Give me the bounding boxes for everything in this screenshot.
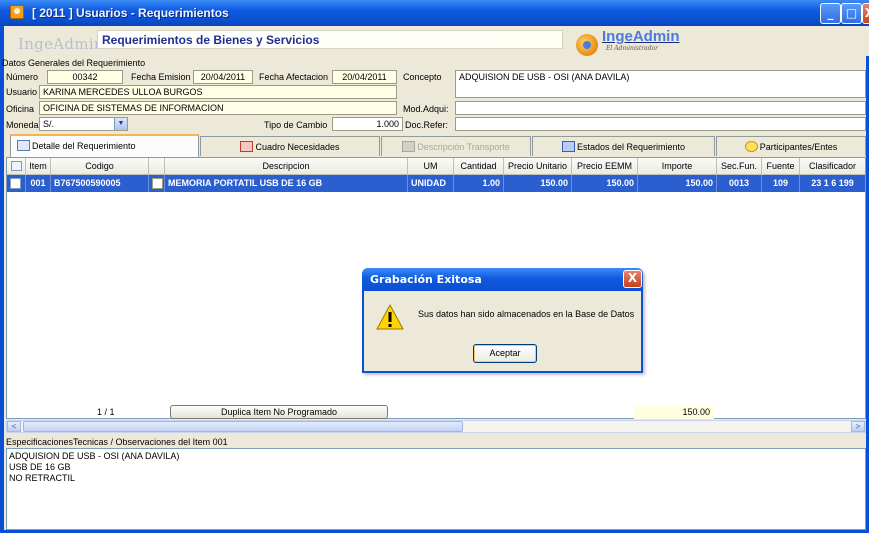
tab-estados[interactable]: Estados del Requerimiento: [532, 136, 715, 156]
total-importe: 150.00: [634, 405, 714, 419]
col-descripcion[interactable]: Descripcion: [165, 158, 408, 175]
title-bar[interactable]: [ 2011 ] Usuarios - Requerimientos _ □ X: [0, 0, 869, 26]
header-band: IngeAdmin Requerimientos de Bienes y Ser…: [4, 26, 869, 56]
window-title: [ 2011 ] Usuarios - Requerimientos: [32, 6, 229, 20]
cell-clasificador: 23 1 6 199: [811, 178, 854, 188]
scroll-left-icon[interactable]: <: [7, 421, 21, 432]
minimize-button[interactable]: _: [820, 3, 841, 24]
mod-adqui-label: Mod.Adqui:: [403, 104, 449, 114]
fecha-afectacion-field[interactable]: 20/04/2011: [332, 70, 397, 84]
cell-importe: 150.00: [638, 175, 717, 192]
concepto-field[interactable]: ADQUISION DE USB - OSI (ANA DAVILA): [455, 70, 866, 98]
scroll-thumb[interactable]: [23, 421, 463, 432]
col-cantidad[interactable]: Cantidad: [454, 158, 504, 175]
specs-textarea[interactable]: ADQUISION DE USB - OSI (ANA DAVILA) USB …: [6, 448, 866, 530]
moneda-label: Moneda: [6, 120, 39, 130]
specs-line: USB DE 16 GB: [9, 462, 71, 472]
usuario-field[interactable]: KARINA MERCEDES ULLOA BURGOS: [39, 85, 397, 99]
fecha-emision-label: Fecha Emision: [131, 72, 191, 82]
col-importe[interactable]: Importe: [638, 158, 717, 175]
row-checkbox[interactable]: [10, 178, 21, 189]
numero-label: Número: [6, 72, 39, 82]
brand-logo-left: IngeAdmin: [18, 35, 104, 53]
cell-fuente: 109: [762, 175, 800, 192]
close-button[interactable]: X: [862, 3, 869, 24]
doc-refer-label: Doc.Refer:: [405, 120, 449, 130]
cell-codigo: B767500590005: [51, 175, 149, 192]
row-select-cell[interactable]: [7, 175, 26, 192]
accept-button[interactable]: Aceptar: [473, 344, 537, 363]
list-icon: [561, 141, 575, 152]
cell-item: 001: [26, 175, 51, 192]
tab-descripcion-transporte: Descripción Transporte: [381, 136, 531, 156]
oficina-label: Oficina: [6, 104, 35, 114]
dialog-message: Sus datos han sido almacenados en la Bas…: [418, 309, 635, 319]
col-precio-unitario[interactable]: Precio Unitario: [504, 158, 572, 175]
doc-refer-field[interactable]: [455, 117, 866, 131]
chevron-down-icon[interactable]: ▼: [114, 118, 127, 130]
warning-icon: [376, 304, 404, 330]
cell-precio-unitario: 150.00: [504, 175, 572, 192]
dialog-title[interactable]: Grabación Exitosa: [362, 268, 643, 291]
brand-logo-right: IngeAdmin El Administrador: [574, 28, 694, 56]
tipo-cambio-label: Tipo de Cambio: [264, 120, 328, 130]
col-item[interactable]: Item: [26, 158, 51, 175]
cell-descripcion: MEMORIA PORTATIL USB DE 16 GB: [165, 175, 408, 192]
brand-tagline: El Administrador: [606, 45, 659, 52]
cell-blank[interactable]: [149, 175, 165, 192]
col-fuente[interactable]: Fuente: [762, 158, 800, 175]
oficina-field[interactable]: OFICINA DE SISTEMAS DE INFORMACION: [39, 101, 397, 115]
tab-strip: Detalle del Requerimiento Cuadro Necesid…: [4, 134, 866, 157]
smiley-icon: [744, 141, 758, 152]
table-row[interactable]: 001 B767500590005 MEMORIA PORTATIL USB D…: [7, 175, 865, 192]
success-dialog: Grabación Exitosa X Sus datos han sido a…: [362, 268, 643, 373]
app-icon: [10, 5, 24, 19]
col-sec-fun[interactable]: Sec.Fun.: [717, 158, 762, 175]
mod-adqui-field[interactable]: [455, 101, 866, 115]
moneda-select[interactable]: S/. ▼: [39, 117, 128, 131]
tab-detalle[interactable]: Detalle del Requerimiento: [10, 134, 199, 157]
usuario-label: Usuario: [6, 87, 38, 97]
pager-text: 1 / 1: [97, 407, 115, 417]
cell-precio-eemm: 150.00: [572, 175, 638, 192]
general-section-title: Datos Generales del Requerimiento: [2, 58, 146, 68]
fecha-emision-field[interactable]: 20/04/2011: [193, 70, 253, 84]
doc-icon: [402, 141, 416, 152]
col-codigo[interactable]: Codigo: [51, 158, 149, 175]
tab-participantes[interactable]: Participantes/Entes: [716, 136, 866, 156]
fecha-afectacion-label: Fecha Afectacion: [259, 72, 329, 82]
dialog-close-button[interactable]: X: [623, 270, 642, 288]
horizontal-scrollbar[interactable]: < >: [6, 420, 866, 433]
brand-logo-text: IngeAdmin: [602, 28, 680, 45]
grid-header: Item Codigo Descripcion UM Cantidad Prec…: [7, 158, 865, 175]
col-clasificador[interactable]: Clasificador: [800, 158, 865, 175]
chart-icon: [240, 141, 254, 152]
tipo-cambio-field[interactable]: 1.000: [332, 117, 403, 131]
col-um[interactable]: UM: [408, 158, 454, 175]
row-box[interactable]: [152, 178, 163, 189]
select-all-icon[interactable]: [10, 161, 22, 171]
cell-cantidad: 1.00: [454, 175, 504, 192]
numero-field[interactable]: 00342: [47, 70, 123, 84]
cell-um: UNIDAD: [408, 175, 454, 192]
concepto-label: Concepto: [403, 72, 442, 82]
col-precio-eemm[interactable]: Precio EEMM: [572, 158, 638, 175]
grid-icon: [17, 140, 30, 151]
specs-label: EspecificacionesTecnicas / Observaciones…: [6, 437, 228, 447]
tab-cuadro-necesidades[interactable]: Cuadro Necesidades: [200, 136, 380, 156]
gear-logo-icon: [576, 34, 598, 56]
grid-header-select[interactable]: [7, 158, 26, 175]
cell-sec-fun: 0013: [717, 175, 762, 192]
module-title: Requerimientos de Bienes y Servicios: [97, 30, 563, 49]
specs-line: NO RETRACTIL: [9, 473, 76, 483]
duplicate-item-button[interactable]: Duplica Item No Programado: [170, 405, 388, 419]
specs-line: ADQUISION DE USB - OSI (ANA DAVILA): [9, 451, 180, 461]
col-blank: [149, 158, 165, 175]
maximize-button[interactable]: □: [841, 3, 862, 24]
scroll-right-icon[interactable]: >: [851, 421, 865, 432]
